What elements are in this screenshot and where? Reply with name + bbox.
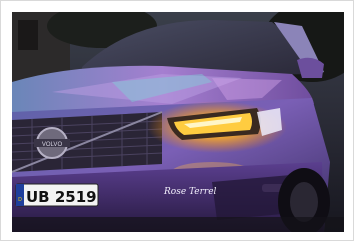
image-frame: VOLVO D UB 2519 Rose Terrel [0, 0, 354, 241]
car-photo: VOLVO D UB 2519 Rose Terrel [12, 12, 344, 232]
plate-country: D [18, 197, 22, 203]
plate-number: UB 2519 [26, 188, 97, 206]
license-plate: D UB 2519 [15, 183, 99, 207]
car-illustration: VOLVO D UB 2519 Rose Terrel [12, 12, 344, 232]
badge-label: VOLVO [42, 142, 63, 148]
signature: Rose Terrel [163, 187, 217, 197]
